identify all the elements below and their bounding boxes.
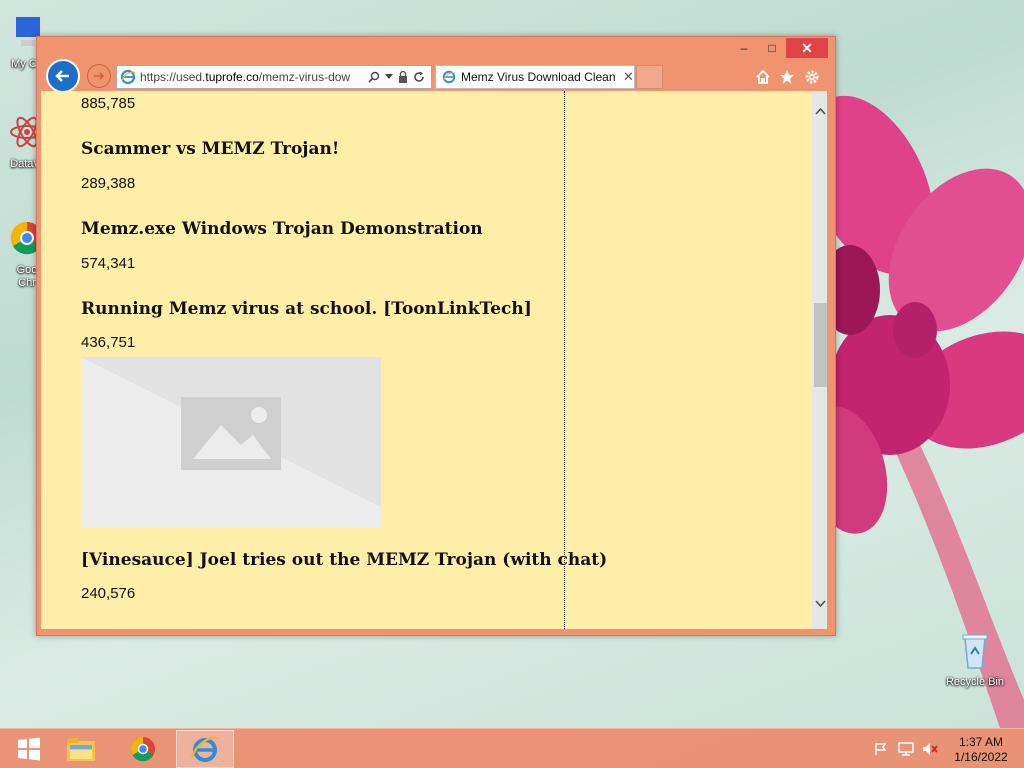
start-button[interactable] [0, 730, 58, 768]
dropdown-chevron-icon[interactable] [385, 74, 393, 80]
network-icon[interactable] [897, 741, 915, 757]
scrollbar-thumb[interactable] [814, 303, 827, 387]
view-count: 436,751 [81, 334, 136, 351]
volume-muted-icon[interactable] [921, 741, 939, 757]
view-count: 574,341 [81, 255, 136, 272]
ie-page-icon [120, 69, 136, 85]
recycle-bin-icon [962, 634, 988, 669]
video-thumbnail[interactable] [81, 357, 381, 527]
maximize-button[interactable]: □ [758, 38, 786, 58]
forward-arrow-icon [94, 72, 105, 80]
system-clock[interactable]: 1:37 AM 1/16/2022 [946, 735, 1016, 765]
view-count: 240,576 [81, 585, 136, 602]
settings-gear-icon[interactable] [802, 67, 822, 87]
desktop-icon-label: Recycle Bin [945, 676, 1005, 688]
desktop-icon-recycle-bin[interactable]: Recycle Bin [940, 630, 1010, 689]
internet-explorer-icon [190, 736, 220, 762]
clock-date: 1/16/2022 [954, 750, 1008, 764]
taskbar-file-explorer[interactable] [52, 730, 110, 768]
forward-button[interactable] [87, 64, 111, 88]
taskbar-chrome[interactable] [114, 730, 172, 768]
view-count: 885,785 [81, 95, 136, 112]
tab-active[interactable]: Memz Virus Download Clean ✕ [435, 65, 635, 89]
page-viewport[interactable]: 885,785 Scammer vs MEMZ Trojan! 289,388 … [41, 91, 827, 629]
tab-title: Memz Virus Download Clean [461, 70, 616, 84]
dotted-divider [564, 91, 565, 629]
video-title: Scammer vs MEMZ Trojan! [81, 139, 340, 159]
video-title: Running Memz virus at school. [ToonLinkT… [81, 299, 532, 319]
clock-time: 1:37 AM [958, 735, 1004, 749]
chrome-icon [130, 736, 155, 762]
file-explorer-icon [67, 738, 95, 761]
vertical-scrollbar[interactable] [812, 91, 827, 629]
ie-page-icon [442, 70, 456, 84]
view-count: 289,388 [81, 175, 136, 192]
scroll-down-icon[interactable] [812, 595, 827, 612]
taskbar-internet-explorer[interactable] [176, 730, 234, 768]
favorites-star-icon[interactable] [777, 67, 797, 87]
refresh-icon[interactable] [413, 71, 425, 83]
new-tab-button[interactable] [636, 65, 663, 89]
taskbar: 1:37 AM 1/16/2022 [0, 728, 1024, 768]
address-url: https://used.tuprofe.co/memz-virus-dow [140, 70, 351, 84]
home-icon[interactable] [753, 67, 773, 87]
minimize-button[interactable]: – [730, 38, 758, 58]
start-icon [18, 737, 40, 761]
tab-close-icon[interactable]: ✕ [623, 69, 634, 85]
address-bar[interactable]: https://used.tuprofe.co/memz-virus-dow [116, 65, 432, 89]
close-button[interactable]: ✕ [786, 38, 828, 58]
search-icon[interactable] [368, 71, 380, 83]
lock-icon[interactable] [398, 71, 408, 83]
back-arrow-icon [55, 70, 69, 82]
browser-window: – □ ✕ https://used.tuprofe.co/memz-virus… [36, 36, 836, 636]
video-title: [Vinesauce] Joel tries out the MEMZ Troj… [81, 550, 608, 570]
image-placeholder-icon [81, 357, 381, 507]
back-button[interactable] [46, 59, 80, 93]
scroll-up-icon[interactable] [812, 103, 827, 120]
video-title: Memz.exe Windows Trojan Demonstration [81, 219, 483, 239]
action-center-flag-icon[interactable] [872, 741, 890, 757]
